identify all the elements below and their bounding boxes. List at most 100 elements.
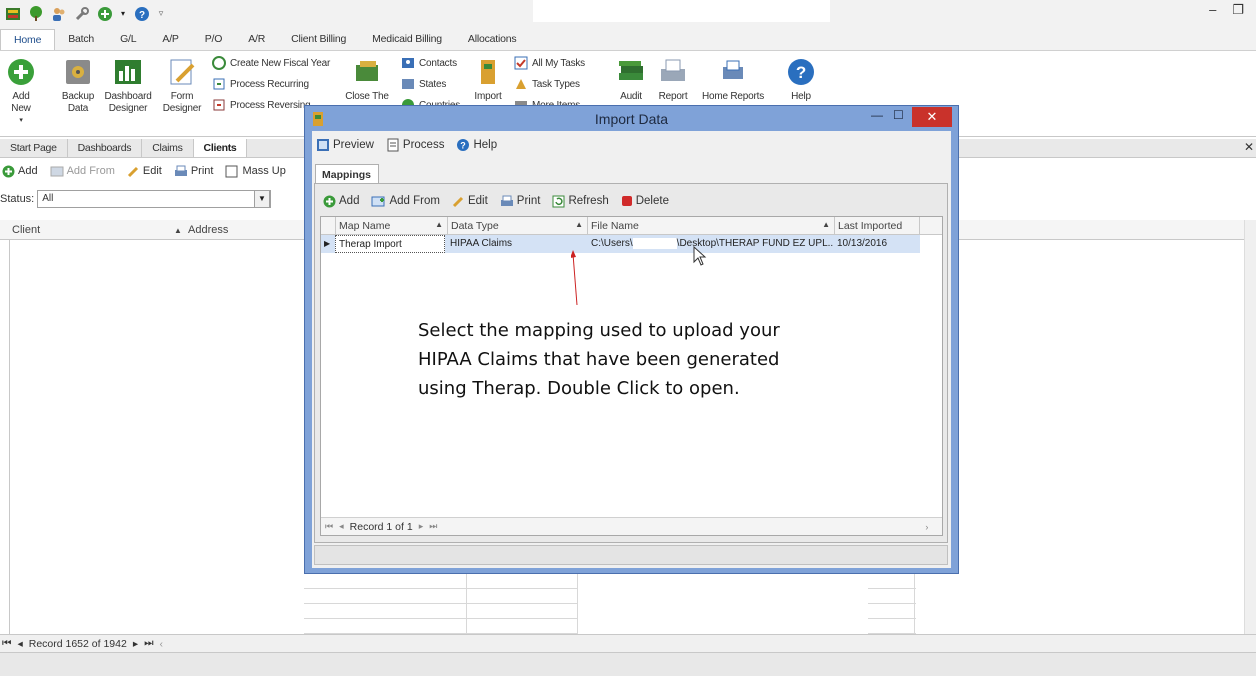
status-select[interactable]: All: [37, 190, 272, 208]
mapping-edit-label: Edit: [467, 195, 488, 207]
ribbon-tab-gl[interactable]: G/L: [107, 29, 149, 50]
edit-button[interactable]: Edit: [127, 165, 162, 178]
mapping-edit-button[interactable]: Edit: [452, 195, 488, 208]
audit-label: Audit: [620, 91, 642, 102]
contacts-button[interactable]: Contacts: [401, 56, 457, 70]
dialog-minimize-icon[interactable]: —: [871, 108, 883, 122]
home-reports-icon: [717, 56, 749, 88]
preview-button[interactable]: Preview: [316, 138, 374, 152]
last-record-icon[interactable]: ⏭: [429, 521, 437, 532]
print-button[interactable]: Print: [174, 165, 213, 178]
mapping-delete-button[interactable]: Delete: [621, 195, 669, 207]
restore-icon[interactable]: ❐: [1232, 2, 1244, 18]
prev-record-icon[interactable]: ◂: [339, 521, 344, 532]
dashboard-designer-button[interactable]: Dashboard Designer: [101, 56, 155, 115]
mapping-edit-icon: [452, 196, 464, 207]
redacted-area: [578, 574, 868, 636]
record-count: Record 1652 of 1942: [28, 637, 127, 650]
redacted-title: [533, 0, 830, 22]
form-designer-button[interactable]: Form Designer: [160, 56, 204, 115]
column-last-imported[interactable]: Last Imported: [834, 217, 920, 235]
dialog-close-button[interactable]: ✕: [912, 107, 952, 127]
task-types-button[interactable]: Task Types: [514, 77, 580, 91]
cell-map-name[interactable]: Therap Import: [335, 235, 445, 253]
add-new-button[interactable]: Add New ▾: [2, 56, 40, 127]
status-dropdown-icon[interactable]: ▼: [254, 190, 270, 208]
file-name-start: C:\Users\: [591, 238, 633, 250]
audit-button[interactable]: Audit: [614, 56, 648, 103]
scroll-left-icon[interactable]: ‹: [160, 638, 164, 650]
dialog-help-icon: ?: [457, 139, 470, 151]
ribbon-tab-home[interactable]: Home: [0, 29, 56, 50]
states-button[interactable]: States: [401, 77, 446, 91]
ribbon-tab-ar[interactable]: A/R: [235, 29, 278, 50]
add-button[interactable]: Add: [2, 165, 38, 178]
tab-dashboards[interactable]: Dashboards: [68, 139, 143, 157]
edit-label: Edit: [142, 165, 162, 177]
ribbon-tab-client-billing[interactable]: Client Billing: [278, 29, 359, 50]
all-my-tasks-button[interactable]: All My Tasks: [514, 56, 585, 70]
dialog-help-label: Help: [473, 139, 498, 151]
dialog-title-bar[interactable]: Import Data — ☐ ✕: [305, 106, 958, 131]
ribbon-tab-ap[interactable]: A/P: [149, 29, 191, 50]
minimize-icon[interactable]: –: [1209, 2, 1216, 18]
backup-data-button[interactable]: Backup Data: [58, 56, 98, 115]
home-reports-button[interactable]: Home Reports: [699, 56, 767, 103]
cell-last-imported[interactable]: 10/13/2016: [834, 235, 920, 253]
window-controls: – ❐: [1209, 2, 1244, 18]
report-button[interactable]: Report: [655, 56, 691, 103]
tab-clients[interactable]: Clients: [193, 139, 248, 157]
cell-data-type[interactable]: HIPAA Claims: [447, 235, 587, 253]
ribbon-tab-medicaid-billing[interactable]: Medicaid Billing: [359, 29, 455, 50]
chart-icon: [112, 56, 144, 88]
prev-record-icon[interactable]: ◂: [17, 638, 22, 650]
process-recurring-button[interactable]: Process Recurring: [212, 77, 309, 91]
mapping-add-from-label: Add From: [389, 195, 440, 207]
help-button[interactable]: ? Help: [785, 56, 817, 103]
cell-file-name[interactable]: C:\Users\ \Desktop\THERAP FUND EZ UPL...: [587, 235, 834, 253]
first-record-icon[interactable]: ⏮: [325, 521, 333, 532]
mapping-add-from-button[interactable]: Add From: [371, 195, 440, 208]
mapping-add-button[interactable]: Add: [323, 195, 359, 208]
vertical-scrollbar[interactable]: [1244, 220, 1256, 635]
create-fiscal-year-button[interactable]: Create New Fiscal Year: [212, 56, 330, 70]
next-record-icon[interactable]: ▸: [419, 521, 424, 532]
tab-claims[interactable]: Claims: [142, 139, 194, 157]
ribbon-tab-allocations[interactable]: Allocations: [455, 29, 530, 50]
last-record-icon[interactable]: ⏭: [144, 637, 153, 650]
mapping-refresh-button[interactable]: Refresh: [552, 195, 609, 208]
close-tab-icon[interactable]: ✕: [1244, 140, 1254, 154]
import-button[interactable]: Import: [470, 56, 506, 103]
next-record-icon[interactable]: ▸: [133, 638, 138, 650]
close-the-button[interactable]: Close The: [343, 56, 391, 103]
printer-icon: [657, 56, 689, 88]
form-label-2: Designer: [162, 103, 202, 114]
add-from-button[interactable]: Add From: [50, 165, 115, 178]
ribbon-tab-po[interactable]: P/O: [192, 29, 236, 50]
ribbon-tab-batch[interactable]: Batch: [55, 29, 107, 50]
table-row[interactable]: ▶ Therap Import HIPAA Claims C:\Users\ \D…: [321, 235, 920, 253]
process-reversing-button[interactable]: Process Reversing: [212, 98, 311, 112]
dialog-help-button[interactable]: ? Help: [456, 138, 497, 152]
tab-start-page[interactable]: Start Page: [0, 139, 68, 157]
mapping-print-button[interactable]: Print: [500, 195, 540, 208]
horizontal-scrollbar[interactable]: ›: [925, 522, 928, 532]
mapping-refresh-label: Refresh: [568, 195, 609, 207]
form-pencil-icon: [166, 56, 198, 88]
process-recurring-label: Process Recurring: [230, 78, 309, 90]
mass-update-button[interactable]: Mass Up: [225, 165, 286, 178]
contacts-icon: [401, 56, 415, 70]
tab-mappings[interactable]: Mappings: [315, 164, 379, 184]
dialog-maximize-icon[interactable]: ☐: [893, 108, 904, 122]
dashboard-label-1: Dashboard: [104, 91, 152, 102]
first-record-icon[interactable]: ⏮: [2, 637, 11, 650]
status-label: Status:: [0, 193, 35, 205]
column-address[interactable]: Address: [188, 224, 228, 236]
column-data-type[interactable]: Data Type ▲: [447, 217, 587, 235]
column-client[interactable]: Client: [12, 224, 40, 236]
column-file-name[interactable]: File Name ▲: [587, 217, 834, 235]
column-map-name[interactable]: Map Name ▲: [335, 217, 447, 235]
refresh-icon: [552, 195, 565, 207]
process-button[interactable]: Process: [386, 138, 444, 152]
home-reports-label: Home Reports: [701, 91, 765, 102]
